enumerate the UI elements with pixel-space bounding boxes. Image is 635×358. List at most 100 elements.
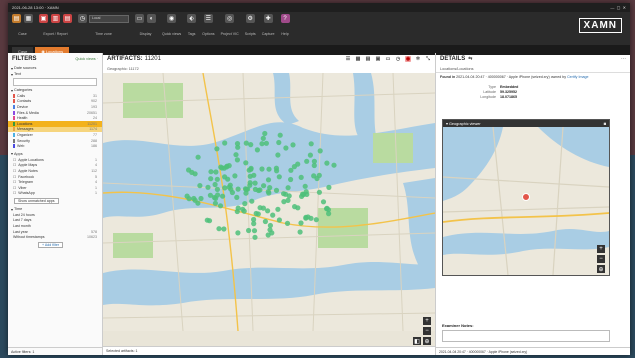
zoom-in-button[interactable]: + — [423, 317, 431, 325]
location-marker[interactable] — [247, 173, 253, 179]
location-marker[interactable] — [285, 185, 291, 191]
location-marker[interactable] — [286, 193, 292, 199]
zoom-out-button[interactable]: − — [423, 327, 431, 335]
location-marker[interactable] — [205, 184, 211, 190]
location-marker[interactable] — [233, 152, 239, 158]
location-marker[interactable] — [302, 183, 308, 189]
location-marker[interactable] — [248, 142, 254, 148]
locate-icon[interactable]: ⊕ — [423, 337, 431, 345]
map-view[interactable]: + − ◧ ⊕ — [103, 73, 435, 347]
location-marker[interactable] — [284, 220, 291, 226]
location-marker[interactable] — [243, 160, 249, 166]
checkbox-icon[interactable]: ☐ — [13, 169, 16, 173]
geo-mini-map[interactable]: + − ⊕ — [443, 127, 609, 275]
location-marker[interactable] — [261, 183, 267, 189]
location-marker[interactable] — [195, 154, 201, 160]
folder-icon[interactable]: ▤ — [12, 14, 21, 23]
pin-icon[interactable]: ⇆ — [468, 56, 472, 62]
location-marker[interactable] — [283, 145, 289, 151]
location-marker[interactable] — [275, 152, 281, 158]
location-marker[interactable] — [317, 148, 323, 154]
close-icon[interactable]: ✕ — [623, 5, 626, 10]
location-marker[interactable] — [259, 141, 265, 147]
location-marker[interactable] — [218, 164, 224, 170]
time-row[interactable]: Without timestamps 10623 — [8, 234, 102, 240]
export-icon[interactable]: ▣ — [39, 14, 48, 23]
location-marker[interactable] — [240, 206, 246, 212]
location-marker[interactable] — [234, 194, 240, 200]
quick-views-dropdown[interactable]: Quick views · — [75, 57, 98, 61]
location-marker[interactable] — [262, 130, 268, 137]
checkbox-icon[interactable]: ☐ — [13, 191, 16, 195]
help-icon[interactable]: ? — [280, 14, 290, 23]
category-row[interactable]: Web 186 — [8, 143, 102, 149]
location-marker[interactable] — [213, 169, 219, 175]
city-map[interactable] — [103, 73, 435, 331]
checkbox-icon[interactable]: ☐ — [13, 158, 16, 162]
mini-locate-icon[interactable]: ⊕ — [597, 265, 605, 273]
mini-zoom-out-button[interactable]: − — [597, 255, 605, 263]
location-marker[interactable] — [288, 176, 294, 183]
location-marker[interactable] — [234, 208, 240, 215]
grid-view-icon[interactable]: ▤ — [365, 56, 371, 62]
location-marker[interactable] — [247, 180, 253, 186]
table-view-icon[interactable]: ▦ — [355, 56, 361, 62]
capture-icon[interactable]: ✚ — [263, 14, 273, 23]
location-marker[interactable] — [298, 220, 304, 226]
location-marker[interactable] — [267, 185, 273, 191]
location-marker[interactable] — [217, 203, 224, 209]
location-marker[interactable] — [265, 177, 272, 183]
location-marker[interactable] — [281, 199, 287, 205]
location-marker[interactable] — [311, 173, 317, 179]
layers-icon[interactable]: ◧ — [413, 337, 421, 345]
location-marker[interactable] — [316, 172, 322, 178]
location-marker[interactable] — [246, 227, 252, 234]
location-marker[interactable] — [263, 140, 269, 146]
checkbox-icon[interactable]: ☐ — [13, 175, 16, 179]
location-marker[interactable] — [266, 166, 272, 172]
location-marker[interactable] — [303, 214, 309, 220]
location-marker[interactable] — [326, 184, 332, 190]
save-icon[interactable]: ▦ — [24, 14, 33, 23]
location-marker[interactable] — [260, 205, 266, 211]
location-marker[interactable] — [260, 135, 266, 141]
location-marker[interactable] — [273, 187, 280, 193]
collapse-icon[interactable]: ⤡ — [425, 56, 431, 62]
location-marker[interactable] — [254, 147, 260, 153]
location-marker[interactable] — [232, 173, 238, 179]
location-marker[interactable] — [267, 222, 273, 229]
mini-zoom-in-button[interactable]: + — [597, 245, 605, 253]
examiner-notes-input[interactable] — [442, 330, 610, 342]
connections-view-icon[interactable]: ✲ — [415, 56, 421, 62]
location-marker[interactable] — [308, 141, 314, 147]
display-icon[interactable]: ▭ — [135, 14, 144, 23]
location-marker[interactable] — [259, 166, 265, 172]
location-marker[interactable] — [276, 139, 282, 146]
location-marker[interactable] — [311, 162, 317, 169]
show-unmatched-apps-button[interactable]: Show unmatched apps — [14, 198, 59, 205]
pdf-icon[interactable]: ▤ — [63, 14, 72, 23]
location-marker[interactable] — [226, 163, 232, 169]
location-marker[interactable] — [192, 197, 198, 203]
location-marker[interactable] — [326, 211, 332, 217]
location-marker[interactable] — [273, 165, 279, 171]
location-marker[interactable] — [252, 234, 258, 240]
location-marker[interactable] — [276, 217, 282, 223]
location-marker[interactable] — [235, 230, 241, 236]
maximize-icon[interactable]: ▢ — [617, 5, 621, 10]
project-vic-icon[interactable]: ◎ — [225, 14, 235, 23]
location-marker[interactable] — [221, 226, 227, 232]
text-filter-input[interactable] — [13, 78, 97, 86]
location-marker[interactable] — [222, 185, 228, 191]
location-marker[interactable] — [220, 193, 226, 199]
location-marker[interactable] — [252, 180, 258, 186]
location-marker[interactable] — [290, 142, 296, 148]
location-marker[interactable] — [320, 199, 327, 205]
options-icon[interactable]: ☰ — [203, 14, 213, 23]
location-marker[interactable] — [207, 192, 213, 198]
minimize-icon[interactable]: — — [610, 5, 614, 10]
location-marker[interactable] — [277, 132, 283, 138]
selected-location-marker[interactable] — [522, 193, 530, 201]
map-view-icon[interactable]: ◉ — [405, 56, 411, 62]
location-marker[interactable] — [291, 164, 297, 170]
